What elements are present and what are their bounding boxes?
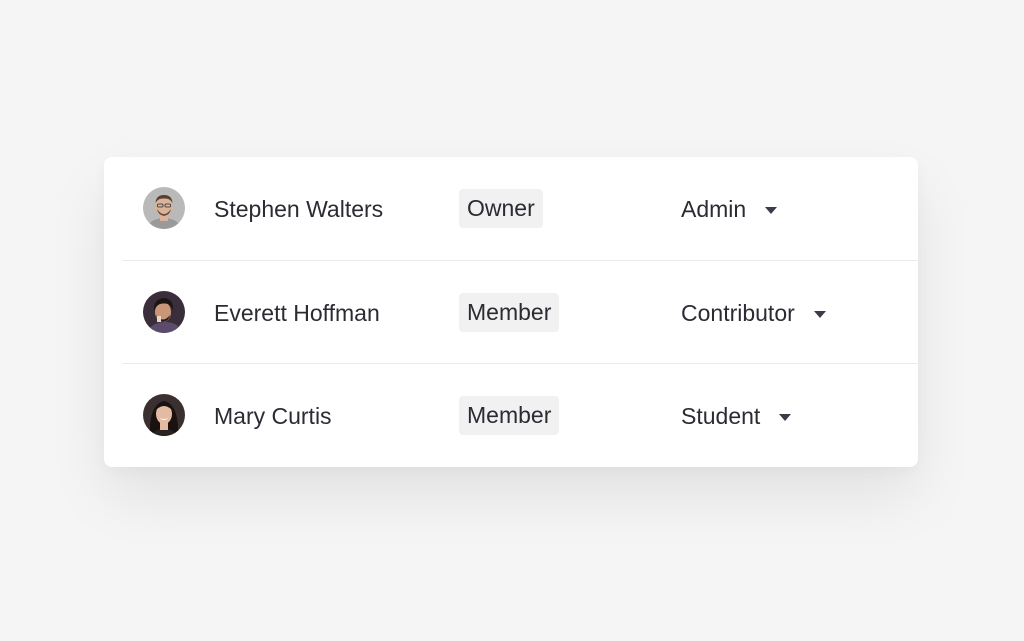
avatar-photo-icon bbox=[143, 187, 185, 229]
role-dropdown-label: Student bbox=[681, 403, 761, 429]
role-dropdown[interactable]: Admin bbox=[681, 189, 778, 229]
avatar bbox=[143, 187, 185, 229]
members-card: Stephen Walters Owner Admin Everett Hoff… bbox=[104, 157, 918, 467]
avatar-photo-icon bbox=[143, 291, 185, 333]
caret-down-icon bbox=[813, 310, 826, 318]
caret-down-icon bbox=[779, 413, 792, 421]
member-row: Everett Hoffman Member Contributor bbox=[122, 260, 918, 364]
avatar bbox=[143, 291, 185, 333]
membership-badge: Member bbox=[459, 293, 560, 332]
role-dropdown[interactable]: Student bbox=[681, 396, 792, 436]
member-row: Stephen Walters Owner Admin bbox=[122, 157, 918, 260]
member-name: Stephen Walters bbox=[214, 196, 384, 222]
member-name: Mary Curtis bbox=[214, 403, 332, 429]
membership-badge: Owner bbox=[459, 189, 543, 228]
member-row: Mary Curtis Member Student bbox=[122, 363, 918, 467]
role-dropdown-label: Admin bbox=[681, 196, 747, 222]
caret-down-icon bbox=[765, 206, 778, 214]
role-dropdown[interactable]: Contributor bbox=[681, 293, 826, 333]
membership-badge: Member bbox=[459, 396, 560, 435]
avatar bbox=[143, 394, 185, 436]
member-name: Everett Hoffman bbox=[214, 300, 380, 326]
role-dropdown-label: Contributor bbox=[681, 300, 795, 326]
avatar-photo-icon bbox=[143, 394, 185, 436]
